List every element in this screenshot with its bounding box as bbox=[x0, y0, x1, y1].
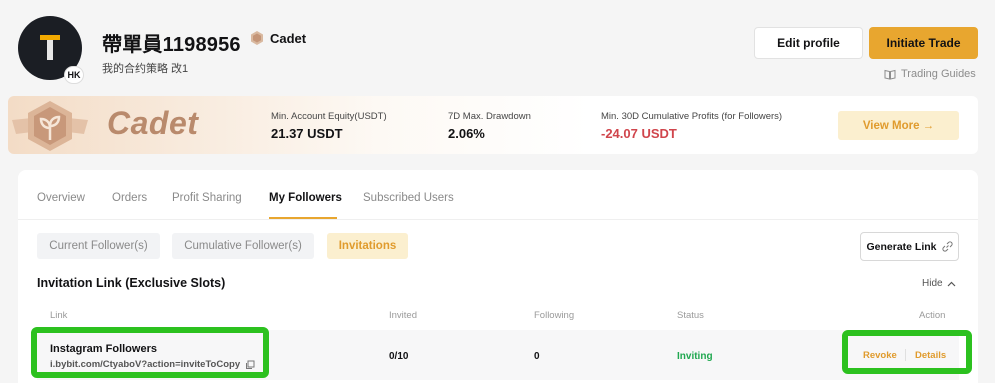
column-header-action: Action bbox=[919, 310, 946, 321]
generate-link-label: Generate Link bbox=[866, 240, 937, 253]
invitation-section-title: Invitation Link (Exclusive Slots) bbox=[37, 276, 226, 290]
metric-value: 2.06% bbox=[448, 126, 485, 141]
rank-badge: Cadet bbox=[249, 30, 306, 46]
tab-overview[interactable]: Overview bbox=[37, 192, 85, 204]
tab-subscribed-users[interactable]: Subscribed Users bbox=[363, 192, 454, 204]
book-icon bbox=[884, 69, 896, 80]
region-badge: HK bbox=[64, 66, 84, 84]
trading-guides-link[interactable]: Trading Guides bbox=[884, 68, 976, 80]
column-header-status: Status bbox=[677, 310, 704, 321]
hide-label: Hide bbox=[922, 278, 943, 289]
edit-profile-button[interactable]: Edit profile bbox=[754, 27, 863, 59]
banner-rank-title: Cadet bbox=[107, 105, 199, 141]
metric-label: Min. Account Equity(USDT) bbox=[271, 111, 387, 122]
metric-label: 7D Max. Drawdown bbox=[448, 111, 531, 122]
metric-cumulative-profits: Min. 30D Cumulative Profits (for Followe… bbox=[601, 111, 782, 141]
following-count: 0 bbox=[534, 351, 540, 362]
avatar-logo-stem bbox=[47, 40, 53, 60]
invited-count: 0/10 bbox=[389, 351, 409, 362]
cadet-badge-icon bbox=[251, 31, 263, 45]
trader-bio: 我的合约策略 改1 bbox=[102, 63, 189, 75]
column-header-link: Link bbox=[50, 310, 68, 321]
generate-link-button[interactable]: Generate Link bbox=[860, 232, 959, 261]
trading-guides-label: Trading Guides bbox=[901, 68, 976, 80]
initiate-trade-button[interactable]: Initiate Trade bbox=[869, 27, 978, 59]
metric-max-drawdown: 7D Max. Drawdown 2.06% bbox=[448, 111, 531, 141]
hide-toggle[interactable]: Hide bbox=[922, 278, 956, 289]
tabs-divider bbox=[18, 219, 978, 220]
tab-my-followers[interactable]: My Followers bbox=[269, 192, 342, 204]
metric-value: -24.07 USDT bbox=[601, 126, 677, 141]
filter-current-followers[interactable]: Current Follower(s) bbox=[37, 233, 160, 259]
column-header-following: Following bbox=[534, 310, 575, 321]
chevron-up-icon bbox=[947, 281, 956, 286]
link-icon bbox=[941, 241, 953, 252]
metric-label: Min. 30D Cumulative Profits (for Followe… bbox=[601, 111, 783, 122]
highlight-box-actions bbox=[842, 330, 972, 374]
trader-name: 帶單員1198956 bbox=[102, 34, 241, 56]
view-more-button[interactable]: View More → bbox=[838, 111, 959, 140]
highlight-box-link bbox=[31, 327, 269, 378]
metric-value: 21.37 USDT bbox=[271, 126, 343, 141]
tab-profit-sharing[interactable]: Profit Sharing bbox=[172, 192, 242, 204]
filter-cumulative-followers[interactable]: Cumulative Follower(s) bbox=[172, 233, 314, 259]
cadet-emblem-icon bbox=[12, 101, 88, 151]
status-badge: Inviting bbox=[677, 351, 713, 362]
filter-invitations[interactable]: Invitations bbox=[327, 233, 408, 259]
metric-min-equity: Min. Account Equity(USDT) 21.37 USDT bbox=[271, 111, 387, 141]
rank-label: Cadet bbox=[270, 30, 307, 46]
tab-orders[interactable]: Orders bbox=[112, 192, 147, 204]
column-header-invited: Invited bbox=[389, 310, 417, 321]
